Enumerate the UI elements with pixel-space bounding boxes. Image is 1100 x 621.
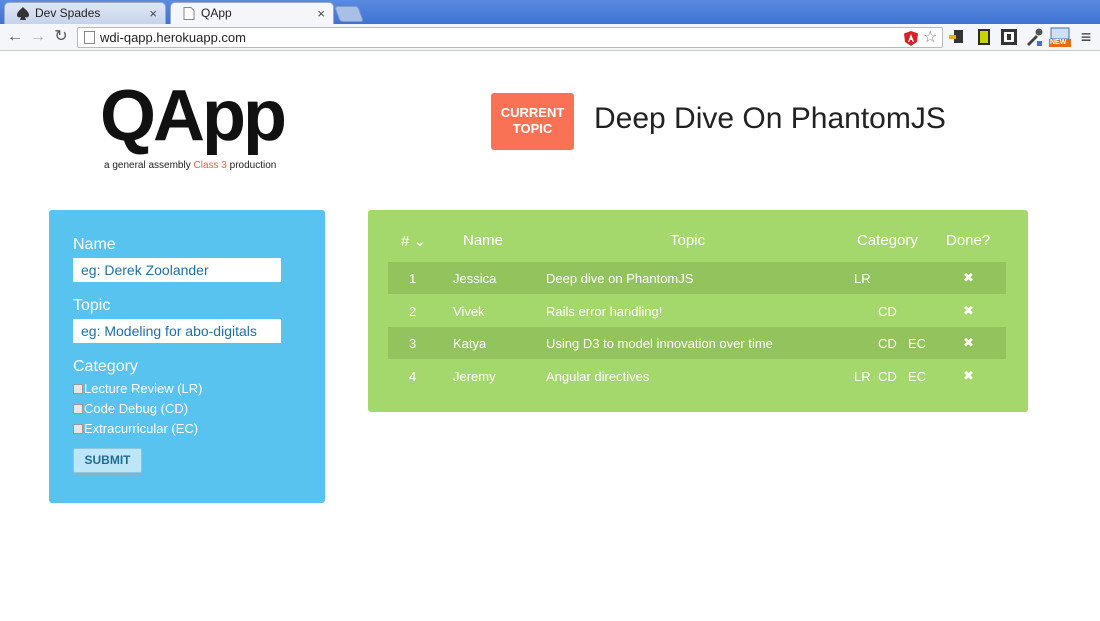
tab-title: Dev Spades [35,6,101,20]
row-topic: Using D3 to model innovation over time [546,336,773,351]
column-header-topic: Topic [670,232,706,249]
checkbox[interactable] [73,404,83,414]
mark-done-x-icon[interactable]: ✖ [963,368,974,384]
row-category-ec: EC [908,336,927,351]
tagline-class-accent: Class 3 [193,160,227,171]
column-header-name: Name [463,232,504,249]
checkbox-label: Code Debug (CD) [84,401,189,416]
row-number: 2 [409,304,417,319]
column-header-done: Done? [946,232,991,249]
mark-done-x-icon[interactable]: ✖ [963,303,974,319]
checkbox-label: Lecture Review (LR) [84,381,203,396]
extension-battery-icon[interactable] [975,27,993,47]
row-number: 1 [409,271,417,286]
topic-input[interactable] [73,319,281,343]
row-topic: Deep dive on PhantomJS [546,271,694,286]
row-category-cd: CD [878,304,897,319]
row-topic: Angular directives [546,369,650,384]
spade-icon [17,7,29,20]
app-logo[interactable]: QApp [100,76,287,156]
row-topic: Rails error handling! [546,304,663,319]
row-category-cd: CD [878,336,897,351]
tab-close-icon[interactable]: × [317,3,325,24]
row-name: Jeremy [453,369,496,384]
app-tagline: a general assembly Class 3 production [104,160,276,171]
mark-done-x-icon[interactable]: ✖ [963,335,974,351]
new-tab-button[interactable] [334,6,364,22]
row-number: 3 [409,336,417,351]
extension-new-icon[interactable]: NEW [1048,27,1072,47]
current-topic-title: Deep Dive On PhantomJS [594,102,946,135]
category-checkbox-lr[interactable]: Lecture Review (LR) [73,381,203,397]
row-name: Katya [453,336,487,351]
extension-frame-icon[interactable] [1000,27,1018,47]
checkbox-label: Extracurricular (EC) [84,421,199,436]
mark-done-x-icon[interactable]: ✖ [963,270,974,286]
tab-qapp[interactable]: QApp × [170,2,334,24]
extension-new-badge: NEW [1050,39,1067,46]
row-category-ec: EC [908,369,927,384]
tab-dev-spades[interactable]: Dev Spades × [4,2,166,24]
name-label: Name [73,236,116,253]
page-icon [183,7,195,20]
column-header-category: Category [857,232,918,249]
browser-tabstrip: Dev Spades × QApp × [0,0,1100,24]
checkbox[interactable] [73,384,83,394]
address-bar[interactable]: wdi-qapp.herokuapp.com ☆ [77,27,943,48]
tagline-text: production [226,160,277,171]
column-header-number-sort[interactable]: # ⌄ [401,232,426,250]
badge-line: TOPIC [512,121,553,136]
topic-label: Topic [73,297,111,314]
table-row: 2 Vivek Rails error handling! CD ✖ [388,295,1006,327]
checkbox[interactable] [73,424,83,434]
table-row: 4 Jeremy Angular directives LR CD EC ✖ [388,360,1006,392]
category-checkbox-cd[interactable]: Code Debug (CD) [73,401,188,417]
category-checkbox-ec[interactable]: Extracurricular (EC) [73,421,198,437]
tagline-text: a general assembly [104,160,194,171]
reload-icon[interactable]: ↻ [52,28,70,46]
extension-eyedropper-icon[interactable] [1025,27,1043,47]
badge-line: CURRENT [500,105,565,120]
forward-arrow-icon[interactable]: → [29,28,47,46]
chrome-menu-icon[interactable]: ≡ [1077,28,1095,46]
bookmark-star-icon[interactable]: ☆ [923,30,937,46]
question-form: Name Topic Category Lecture Review (LR) … [49,210,325,503]
category-label: Category [73,358,138,375]
row-name: Vivek [453,304,485,319]
row-category-cd: CD [878,369,897,384]
url-text: wdi-qapp.herokuapp.com [100,30,246,45]
tab-close-icon[interactable]: × [149,3,157,24]
row-name: Jessica [453,271,497,286]
row-number: 4 [409,369,417,384]
table-row: 1 Jessica Deep dive on PhantomJS LR ✖ [388,262,1006,294]
table-row: 3 Katya Using D3 to model innovation ove… [388,327,1006,359]
row-category-lr: LR [854,369,871,384]
browser-toolbar: ← → ↻ wdi-qapp.herokuapp.com ☆ NEW ≡ [0,24,1100,51]
tab-title: QApp [201,6,232,20]
back-arrow-icon[interactable]: ← [6,28,24,46]
row-category-lr: LR [854,271,871,286]
extension-key-icon[interactable] [948,27,966,47]
submit-button[interactable]: SUBMIT [73,448,142,473]
name-input[interactable] [73,258,281,282]
topics-table: # ⌄ Name Topic Category Done? 1 Jessica … [368,210,1028,412]
current-topic-badge: CURRENT TOPIC [491,93,574,150]
angular-shield-icon[interactable] [904,31,918,46]
page-icon [84,31,95,44]
